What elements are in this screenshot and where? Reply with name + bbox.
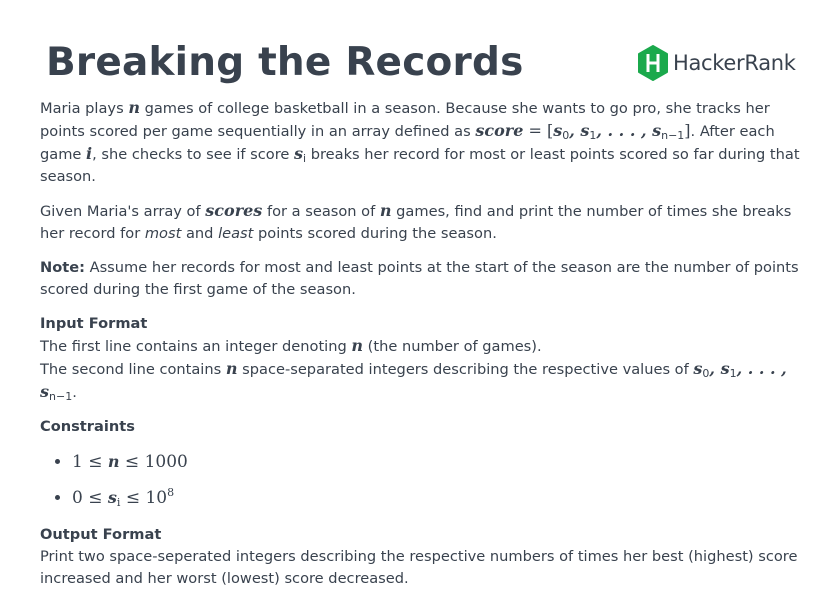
input-format-text: The first line contains an integer denot… — [40, 336, 787, 403]
hackerrank-hexagon-icon — [638, 45, 668, 81]
constraint-item: 0 ≤ si ≤ 108 — [72, 480, 805, 516]
brand-name: HackerRank — [673, 51, 796, 75]
input-format-heading: Input Format — [40, 315, 148, 332]
description-paragraph-1: Maria plays n games of college basketbal… — [40, 98, 800, 185]
page-title: Breaking the Records — [46, 40, 524, 85]
output-format-heading: Output Format — [40, 526, 162, 543]
note-paragraph: Note: Assume her records for most and le… — [40, 259, 799, 298]
problem-statement: Maria plays n games of college basketbal… — [40, 97, 805, 590]
hackerrank-logo[interactable]: HackerRank — [637, 45, 796, 81]
note-label: Note: — [40, 259, 85, 276]
description-paragraph-2: Given Maria's array of scores for a seas… — [40, 201, 792, 242]
output-format-text: Print two space-seperated integers descr… — [40, 548, 798, 587]
constraints-heading: Constraints — [40, 418, 135, 435]
constraint-item: 1 ≤ n ≤ 1000 — [72, 444, 805, 480]
constraints-list: 1 ≤ n ≤ 1000 0 ≤ si ≤ 108 — [40, 444, 805, 516]
